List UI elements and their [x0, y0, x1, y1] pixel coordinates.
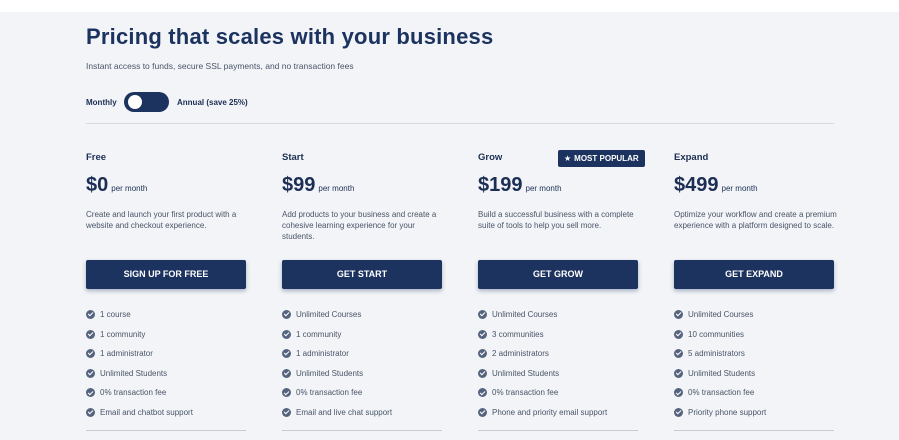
- star-icon: ★: [564, 154, 572, 163]
- card-divider: [86, 430, 246, 431]
- check-circle-icon: [282, 407, 291, 417]
- check-circle-icon: [86, 310, 95, 319]
- billing-toggle[interactable]: [124, 92, 169, 112]
- toggle-knob: [128, 95, 142, 109]
- get-grow-button[interactable]: GET GROW: [478, 260, 638, 289]
- plan-name: Free: [86, 152, 107, 163]
- check-circle-icon: [674, 349, 683, 359]
- check-circle-icon: [86, 329, 95, 339]
- get-start-button[interactable]: GET START: [282, 260, 442, 289]
- plan-description: Optimize your workflow and create a prem…: [674, 210, 837, 230]
- plan-card-expand: Expand $499 per month Optimize your workf…: [674, 152, 837, 440]
- feature-text: Unlimited Courses: [492, 310, 558, 319]
- feature-text: 1 community: [296, 329, 342, 339]
- check-circle-icon: [86, 388, 95, 398]
- feature-text: Unlimited Courses: [688, 310, 754, 319]
- billing-period-switch: Monthly Annual (save 25%): [86, 92, 386, 114]
- feature-text: 10 communities: [688, 329, 745, 339]
- check-circle-icon: [86, 349, 95, 359]
- check-circle-icon: [478, 310, 487, 319]
- price-period: per month: [525, 184, 562, 193]
- feature-text: 5 administrators: [688, 349, 745, 359]
- price-period: per month: [721, 184, 758, 193]
- plan-price: $499 per month: [674, 174, 758, 197]
- feature-text: 0% transaction fee: [296, 388, 363, 398]
- plan-card-free: Free $0 per month Create and launch your …: [86, 152, 248, 440]
- annual-label[interactable]: Annual (save 25%): [177, 98, 248, 107]
- badge-label: MOST POPULAR: [574, 154, 639, 163]
- feature-text: Priority phone support: [688, 407, 767, 417]
- feature-text: Email and chatbot support: [100, 407, 193, 417]
- get-expand-button[interactable]: GET EXPAND: [674, 260, 834, 289]
- check-circle-icon: [282, 310, 291, 319]
- plan-card-start: Start $99 per month Add products to your …: [282, 152, 444, 440]
- page-title: Pricing that scales with your business: [86, 24, 494, 49]
- feature-text: Unlimited Students: [492, 368, 560, 378]
- feature-text: 0% transaction fee: [688, 388, 755, 398]
- check-circle-icon: [282, 349, 291, 359]
- price-amount: $0: [86, 174, 109, 196]
- feature-text: Unlimited Students: [688, 368, 756, 378]
- plan-description: Create and launch your first product wit…: [86, 210, 237, 230]
- card-divider: [478, 430, 638, 431]
- check-circle-icon: [282, 329, 291, 339]
- monthly-label[interactable]: Monthly: [86, 98, 117, 107]
- feature-text: 1 course: [100, 310, 131, 319]
- check-circle-icon: [478, 388, 487, 398]
- plan-name: Expand: [674, 152, 709, 163]
- most-popular-badge: ★ MOST POPULAR: [558, 150, 645, 167]
- sign-up-for-free-button[interactable]: SIGN UP FOR FREE: [86, 260, 246, 289]
- plan-description: Add products to your business and create…: [282, 210, 437, 241]
- check-circle-icon: [478, 349, 487, 359]
- plan-name: Grow: [478, 152, 503, 163]
- check-circle-icon: [478, 368, 487, 378]
- plan-price: $99 per month: [282, 174, 354, 197]
- check-circle-icon: [674, 388, 683, 398]
- feature-text: 1 community: [100, 329, 146, 339]
- check-circle-icon: [674, 329, 683, 339]
- feature-text: 1 administrator: [100, 349, 153, 359]
- price-amount: $499: [674, 174, 719, 196]
- price-period: per month: [111, 184, 148, 193]
- price-period: per month: [318, 184, 355, 193]
- check-circle-icon: [282, 368, 291, 378]
- feature-text: 0% transaction fee: [492, 388, 559, 398]
- feature-text: Unlimited Courses: [296, 310, 362, 319]
- plan-name: Start: [282, 152, 304, 163]
- feature-text: Phone and priority email support: [492, 407, 608, 417]
- card-divider: [674, 430, 834, 431]
- card-divider: [282, 430, 442, 431]
- check-circle-icon: [478, 329, 487, 339]
- feature-text: Email and live chat support: [296, 407, 393, 417]
- check-circle-icon: [674, 407, 683, 417]
- feature-text: 0% transaction fee: [100, 388, 167, 398]
- feature-text: Unlimited Students: [296, 368, 364, 378]
- check-circle-icon: [674, 368, 683, 378]
- check-circle-icon: [282, 388, 291, 398]
- header-divider: [86, 123, 834, 124]
- check-circle-icon: [86, 368, 95, 378]
- plan-card-grow: Grow ★ MOST POPULAR $199 per month Build a…: [478, 150, 645, 440]
- feature-text: 2 administrators: [492, 349, 549, 359]
- check-circle-icon: [478, 407, 487, 417]
- check-circle-icon: [86, 407, 95, 417]
- page-subtitle: Instant access to funds, secure SSL paym…: [86, 61, 354, 71]
- feature-text: Unlimited Students: [100, 368, 168, 378]
- check-circle-icon: [674, 310, 683, 319]
- plan-price: $0 per month: [86, 174, 147, 197]
- price-amount: $99: [282, 174, 316, 196]
- price-amount: $199: [478, 174, 523, 196]
- feature-text: 1 administrator: [296, 349, 349, 359]
- plan-description: Build a successful business with a compl…: [478, 210, 634, 230]
- plan-price: $199 per month: [478, 174, 562, 197]
- feature-text: 3 communities: [492, 329, 544, 339]
